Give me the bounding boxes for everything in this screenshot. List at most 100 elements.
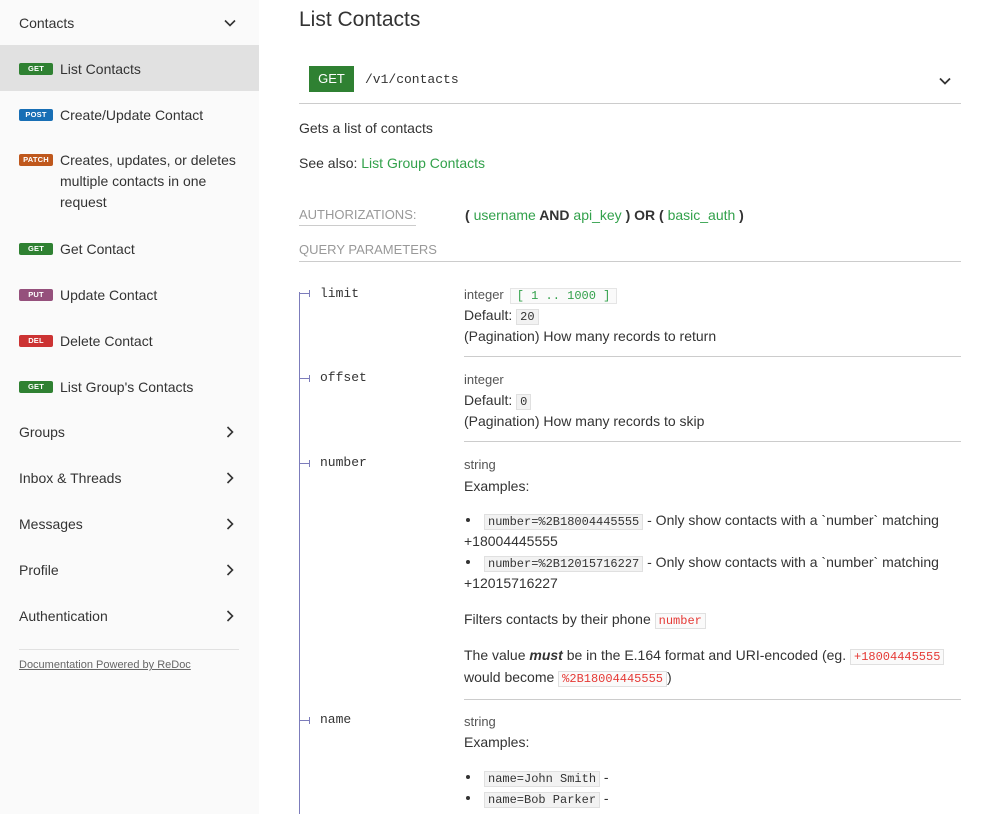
example-item-cont: +18004445555 [464,533,558,549]
method-badge-delete: DEL [19,335,53,347]
example-code: name=Bob Parker [484,792,601,808]
example-code: name=John Smith [484,771,601,787]
param-type: string [464,457,496,472]
list-bullet [466,796,470,800]
param-description: (Pagination) How many records to skip [464,413,705,429]
param-name-name: name [320,712,352,727]
param-name-offset: offset [320,370,367,385]
default-label: Default: [464,392,513,408]
example-item: name=Bob Parker - [484,790,609,808]
param-type: integer [464,287,504,302]
query-parameters-label: QUERY PARAMETERS [299,242,961,262]
endpoint-path: /v1/contacts [365,72,459,87]
chevron-right-icon [226,472,234,484]
example-item: number=%2B18004445555 - Only show contac… [484,512,939,530]
sidebar-item-label: List Group's Contacts [60,379,194,395]
param-tick [299,460,310,467]
sidebar-item-label: Creates, updates, or deletes multiple co… [60,152,236,210]
sidebar-item-update-contact[interactable]: PUT Update Contact [0,271,259,317]
params-tree-line [299,292,300,814]
auth-username-link[interactable]: username [474,207,536,223]
param-separator [464,441,961,442]
authorizations-value: ( username AND api_key ) OR ( basic_auth… [465,207,744,223]
endpoint-bar[interactable]: GET /v1/contacts [299,57,961,104]
auth-basic-auth-link[interactable]: basic_auth [668,207,736,223]
example-item: number=%2B12015716227 - Only show contac… [484,554,939,572]
sidebar-group-label: Contacts [19,15,75,31]
default-value: 0 [516,394,532,410]
chevron-right-icon [226,518,234,530]
main-content: List Contacts GET /v1/contacts Gets a li… [299,0,961,814]
chevron-right-icon [226,564,234,576]
see-also: See also: List Group Contacts [299,155,485,171]
http-method-badge: GET [309,66,354,92]
sidebar-group-label: Inbox & Threads [19,470,122,486]
chevron-down-icon[interactable] [937,73,953,89]
endpoint-description: Gets a list of contacts [299,120,433,136]
sidebar-group-inbox-threads[interactable]: Inbox & Threads [0,455,259,501]
format-description-cont: would become %2B18004445555) [464,669,672,687]
sidebar-group-contacts[interactable]: Contacts [0,0,259,46]
list-bullet [466,560,470,564]
param-range: [ 1 .. 1000 ] [509,288,618,304]
inline-code: number [654,613,706,629]
sidebar-item-list-contacts[interactable]: GET List Contacts [0,45,259,91]
param-name-number: number [320,455,367,470]
redoc-footer-link[interactable]: Documentation Powered by ReDoc [19,659,191,671]
sidebar-item-label: Delete Contact [60,333,153,349]
param-separator [464,356,961,357]
method-badge-get: GET [19,243,53,255]
sidebar-item-label: Create/Update Contact [60,107,204,123]
sidebar-item-delete-contact[interactable]: DEL Delete Contact [0,317,259,363]
sidebar-item-label: Update Contact [60,287,158,303]
method-badge-put: PUT [19,289,53,301]
sidebar-group-label: Authentication [19,608,108,624]
example-item: name=John Smith - [484,769,609,787]
examples-label: Examples: [464,478,530,494]
see-also-link[interactable]: List Group Contacts [361,155,485,171]
auth-api-key-link[interactable]: api_key [573,207,621,223]
page-title: List Contacts [299,8,421,31]
sidebar-group-profile[interactable]: Profile [0,547,259,593]
param-number-details: string Examples: number=%2B18004445555 -… [464,456,961,696]
param-name-details: string Examples: name=John Smith - name=… [464,713,961,813]
default-value: 20 [516,309,539,325]
sidebar-item-label: Get Contact [60,241,135,257]
param-type: integer [464,372,504,387]
chevron-right-icon [226,610,234,622]
examples-label: Examples: [464,734,530,750]
method-badge-get: GET [19,381,53,393]
sidebar-item-list-group-contacts[interactable]: GET List Group's Contacts [0,363,259,409]
sidebar: Contacts GET List Contacts POST Create/U… [0,0,259,814]
authorizations-label: AUTHORIZATIONS: [299,207,417,226]
sidebar-item-create-update-contact[interactable]: POST Create/Update Contact [0,91,259,137]
method-badge-patch: PATCH [19,154,53,166]
method-badge-get: GET [19,63,53,75]
example-item-cont: +12015716227 [464,575,558,591]
param-name-limit: limit [320,286,360,301]
param-offset-details: integer Default: 0 (Pagination) How many… [464,371,961,433]
sidebar-item-get-contact[interactable]: GET Get Contact [0,225,259,271]
sidebar-item-bulk-contacts[interactable]: PATCH Creates, updates, or deletes multi… [0,137,259,225]
example-code: number=%2B18004445555 [484,514,644,530]
inline-code: +18004445555 [850,649,945,665]
sidebar-group-authentication[interactable]: Authentication [0,593,259,639]
param-tick [299,717,310,724]
sidebar-group-messages[interactable]: Messages [0,501,259,547]
param-tick [299,290,310,297]
param-tick [299,375,310,382]
param-description: (Pagination) How many records to return [464,328,717,344]
filter-description: Filters contacts by their phone number [464,611,706,629]
sidebar-item-label: List Contacts [60,61,141,77]
param-separator [464,699,961,700]
inline-code: %2B18004445555 [558,671,667,687]
sidebar-group-label: Groups [19,424,65,440]
example-code: number=%2B12015716227 [484,556,644,572]
sidebar-group-label: Profile [19,562,59,578]
sidebar-group-label: Messages [19,516,83,532]
list-bullet [466,518,470,522]
chevron-down-icon [224,19,236,27]
sidebar-group-groups[interactable]: Groups [0,409,259,455]
format-description: The value must be in the E.164 format an… [464,647,945,665]
method-badge-post: POST [19,109,53,121]
